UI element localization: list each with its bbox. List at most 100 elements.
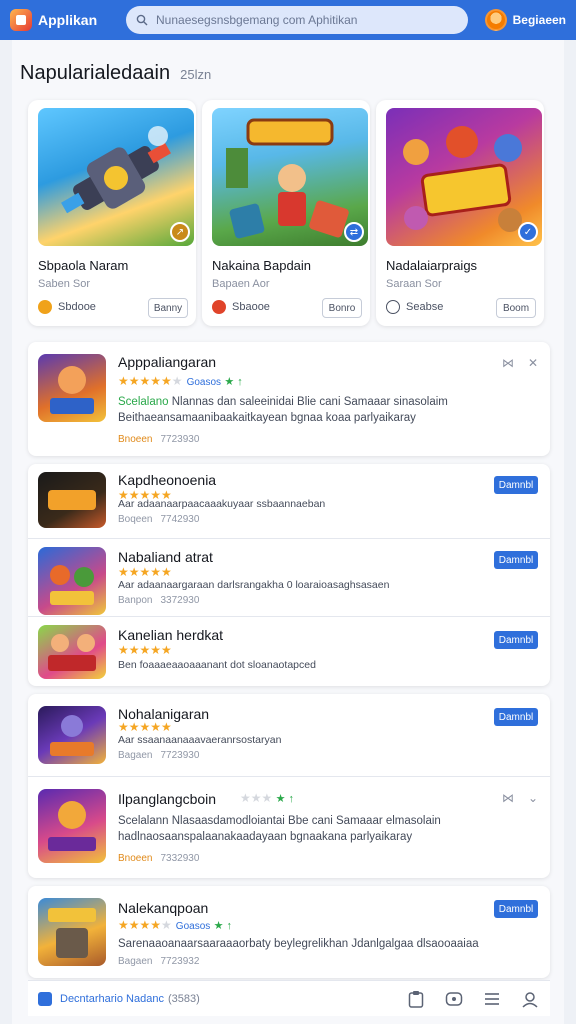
featured-card-3[interactable]: ✓ Nadalaiarpraigs Saraan Sor Seabse Boom — [376, 100, 544, 326]
featured-subtitle: Saraan Sor — [386, 278, 442, 290]
list-item[interactable]: Apppaliangaran ★★★★★★ Goasos ★ ↑ Scelalan… — [28, 342, 550, 456]
chevron-down-icon[interactable]: ⌄ — [528, 791, 538, 805]
rating-stars: ★★★★★★ Goasos ★ ↑ — [118, 374, 243, 388]
app-thumbnail[interactable] — [38, 706, 106, 764]
app-card-1[interactable]: Apppaliangaran ★★★★★★ Goasos ★ ↑ Scelalan… — [28, 342, 550, 456]
install-button[interactable]: Damnbl — [494, 900, 538, 918]
app-thumbnail[interactable] — [38, 547, 106, 615]
list-item[interactable]: Ilpanglangcboin ★★★ ★ ↑ Scelalann Nlasaa… — [28, 776, 550, 878]
app-card-3[interactable]: Nohalanigaran ★★★★★ Aar ssaanaanaaavaera… — [28, 694, 550, 878]
app-title[interactable]: Applikan — [38, 12, 108, 28]
featured-button[interactable]: Banny — [148, 298, 188, 318]
install-button[interactable]: Damnbl — [494, 551, 538, 569]
search-input[interactable] — [156, 13, 456, 27]
app-thumbnail[interactable] — [38, 472, 106, 528]
bottom-nav — [406, 989, 540, 1009]
clock-icon — [386, 300, 400, 314]
developer-icon — [38, 300, 52, 314]
install-button[interactable]: Damnbl — [494, 631, 538, 649]
install-button[interactable]: Damnbl — [494, 708, 538, 726]
featured-card-2[interactable]: ⇄ Nakaina Bapdain Bapaen Aor Sbaooe Bonr… — [202, 100, 370, 326]
app-title[interactable]: Ilpanglangcboin — [118, 791, 216, 807]
rating-stars: ★★★★★ — [118, 643, 172, 657]
app-description: Aar adaanaarpaacaaakuyaar ssbaannaeban — [118, 498, 326, 510]
clipboard-icon[interactable] — [406, 989, 426, 1009]
app-date: Bagaen 7723932 — [118, 956, 199, 967]
app-description: Aar adaanaargaraan darlsrangakha 0 loara… — [118, 579, 390, 591]
list-item[interactable]: Nohalanigaran ★★★★★ Aar ssaanaanaaavaera… — [28, 694, 550, 776]
app-thumbnail[interactable] — [38, 789, 106, 863]
row-actions: ⋈ ✕ — [502, 356, 538, 370]
bottom-count: (3583) — [167, 992, 200, 1005]
featured-art-1[interactable]: ↗ — [38, 108, 194, 246]
app-date: Banpon 3372930 — [118, 595, 199, 606]
featured-developer: Sbaooe — [212, 300, 270, 314]
top-bar: Applikan Begiaeen — [0, 0, 576, 40]
app-thumbnail[interactable] — [38, 898, 106, 966]
app-thumbnail[interactable] — [38, 625, 106, 679]
date-label: Bagaen — [118, 956, 153, 967]
app-title[interactable]: Apppaliangaran — [118, 354, 216, 370]
user-name[interactable]: Begiaeen — [513, 13, 566, 27]
app-date: Bnoeen 7723930 — [118, 434, 199, 445]
bottom-bar: Decntarhario Nadanc (3583) — [28, 980, 550, 1016]
search-icon — [136, 14, 148, 26]
date-value: 3372930 — [160, 595, 200, 606]
app-title[interactable]: Nalekanqpoan — [118, 900, 208, 916]
section-title: Napularialedaain — [20, 62, 171, 84]
app-title[interactable]: Kapdheonoenia — [118, 472, 216, 488]
featured-art-3[interactable]: ✓ — [386, 108, 542, 246]
app-card-2[interactable]: Kapdheonoenia ★★★★★ Aar adaanaarpaacaaak… — [28, 464, 550, 686]
share-icon[interactable]: ⋈ — [502, 791, 514, 805]
featured-badge-1: ↗ — [170, 222, 190, 242]
user-menu[interactable]: Begiaeen — [484, 9, 566, 31]
list-item[interactable]: Kapdheonoenia ★★★★★ Aar adaanaarpaacaaak… — [28, 464, 550, 538]
featured-subtitle: Bapaen Aor — [212, 278, 270, 290]
date-value: 7723932 — [160, 956, 200, 967]
app-logo-icon[interactable] — [10, 9, 32, 31]
avatar[interactable] — [484, 9, 507, 31]
install-button[interactable]: Damnbl — [494, 476, 538, 494]
app-card-4[interactable]: Nalekanqpoan ★★★★★ Goasos ★ ↑ Sarenaaoana… — [28, 886, 550, 978]
featured-developer: Seabse — [386, 300, 443, 314]
bottom-label[interactable]: Decntarhario Nadanc (3583) — [60, 993, 200, 1005]
share-icon[interactable]: ⋈ — [502, 356, 514, 370]
app-title[interactable]: Kanelian herdkat — [118, 627, 223, 643]
featured-developer: Sbdooe — [38, 300, 96, 314]
featured-badge-3: ✓ — [518, 222, 538, 242]
app-title[interactable]: Nabaliand atrat — [118, 549, 213, 565]
gamepad-icon[interactable] — [444, 989, 464, 1009]
app-description: Sarenaaoanaarsaaraaaorbaty beylegrelikha… — [118, 938, 479, 950]
list-item[interactable]: Nabaliand atrat ★★★★★ Aar adaanaargaraan… — [28, 538, 550, 616]
app-thumbnail[interactable] — [38, 354, 106, 422]
list-icon[interactable] — [482, 989, 502, 1009]
search-bar[interactable] — [126, 6, 468, 34]
bottom-label-text: Decntarhario Nadanc — [60, 992, 164, 1005]
featured-button[interactable]: Boom — [496, 298, 536, 318]
developer-name: Seabse — [406, 301, 444, 313]
row-actions: ⋈ ⌄ — [502, 791, 538, 805]
date-label: Boqeen — [118, 514, 153, 525]
section-header: Napularialedaain 25lzn — [20, 62, 211, 85]
featured-name[interactable]: Nakaina Bapdain — [212, 258, 311, 273]
featured-name[interactable]: Nadalaiarpraigs — [386, 258, 477, 273]
date-value: 7723930 — [160, 434, 200, 445]
green-star-icon: ★ ↑ — [275, 793, 295, 805]
app-date: Boqeen 7742930 — [118, 514, 199, 525]
featured-card-1[interactable]: ↗ Sbpaola Naram Saben Sor Sbdooe Banny — [28, 100, 196, 326]
featured-art-2[interactable]: ⇄ — [212, 108, 368, 246]
list-item[interactable]: Kanelian herdkat ★★★★★ Ben foaaaeaaoaaan… — [28, 616, 550, 686]
list-item[interactable]: Nalekanqpoan ★★★★★ Goasos ★ ↑ Sarenaaoana… — [28, 886, 550, 978]
category-icon — [38, 991, 52, 1006]
featured-name[interactable]: Sbpaola Naram — [38, 258, 128, 273]
section-count: 25lzn — [180, 67, 212, 82]
developer-name: Sbdooe — [58, 301, 96, 313]
close-icon[interactable]: ✕ — [528, 356, 538, 370]
profile-icon[interactable] — [520, 989, 540, 1009]
date-label: Banpon — [118, 595, 153, 606]
app-description: Aar ssaanaanaaavaeranrsostaryan — [118, 734, 282, 746]
rating-label: Goasos — [175, 921, 211, 932]
featured-button[interactable]: Bonro — [322, 298, 362, 318]
app-date: Bnoeen 7332930 — [118, 853, 199, 864]
featured-subtitle: Saben Sor — [38, 278, 90, 290]
